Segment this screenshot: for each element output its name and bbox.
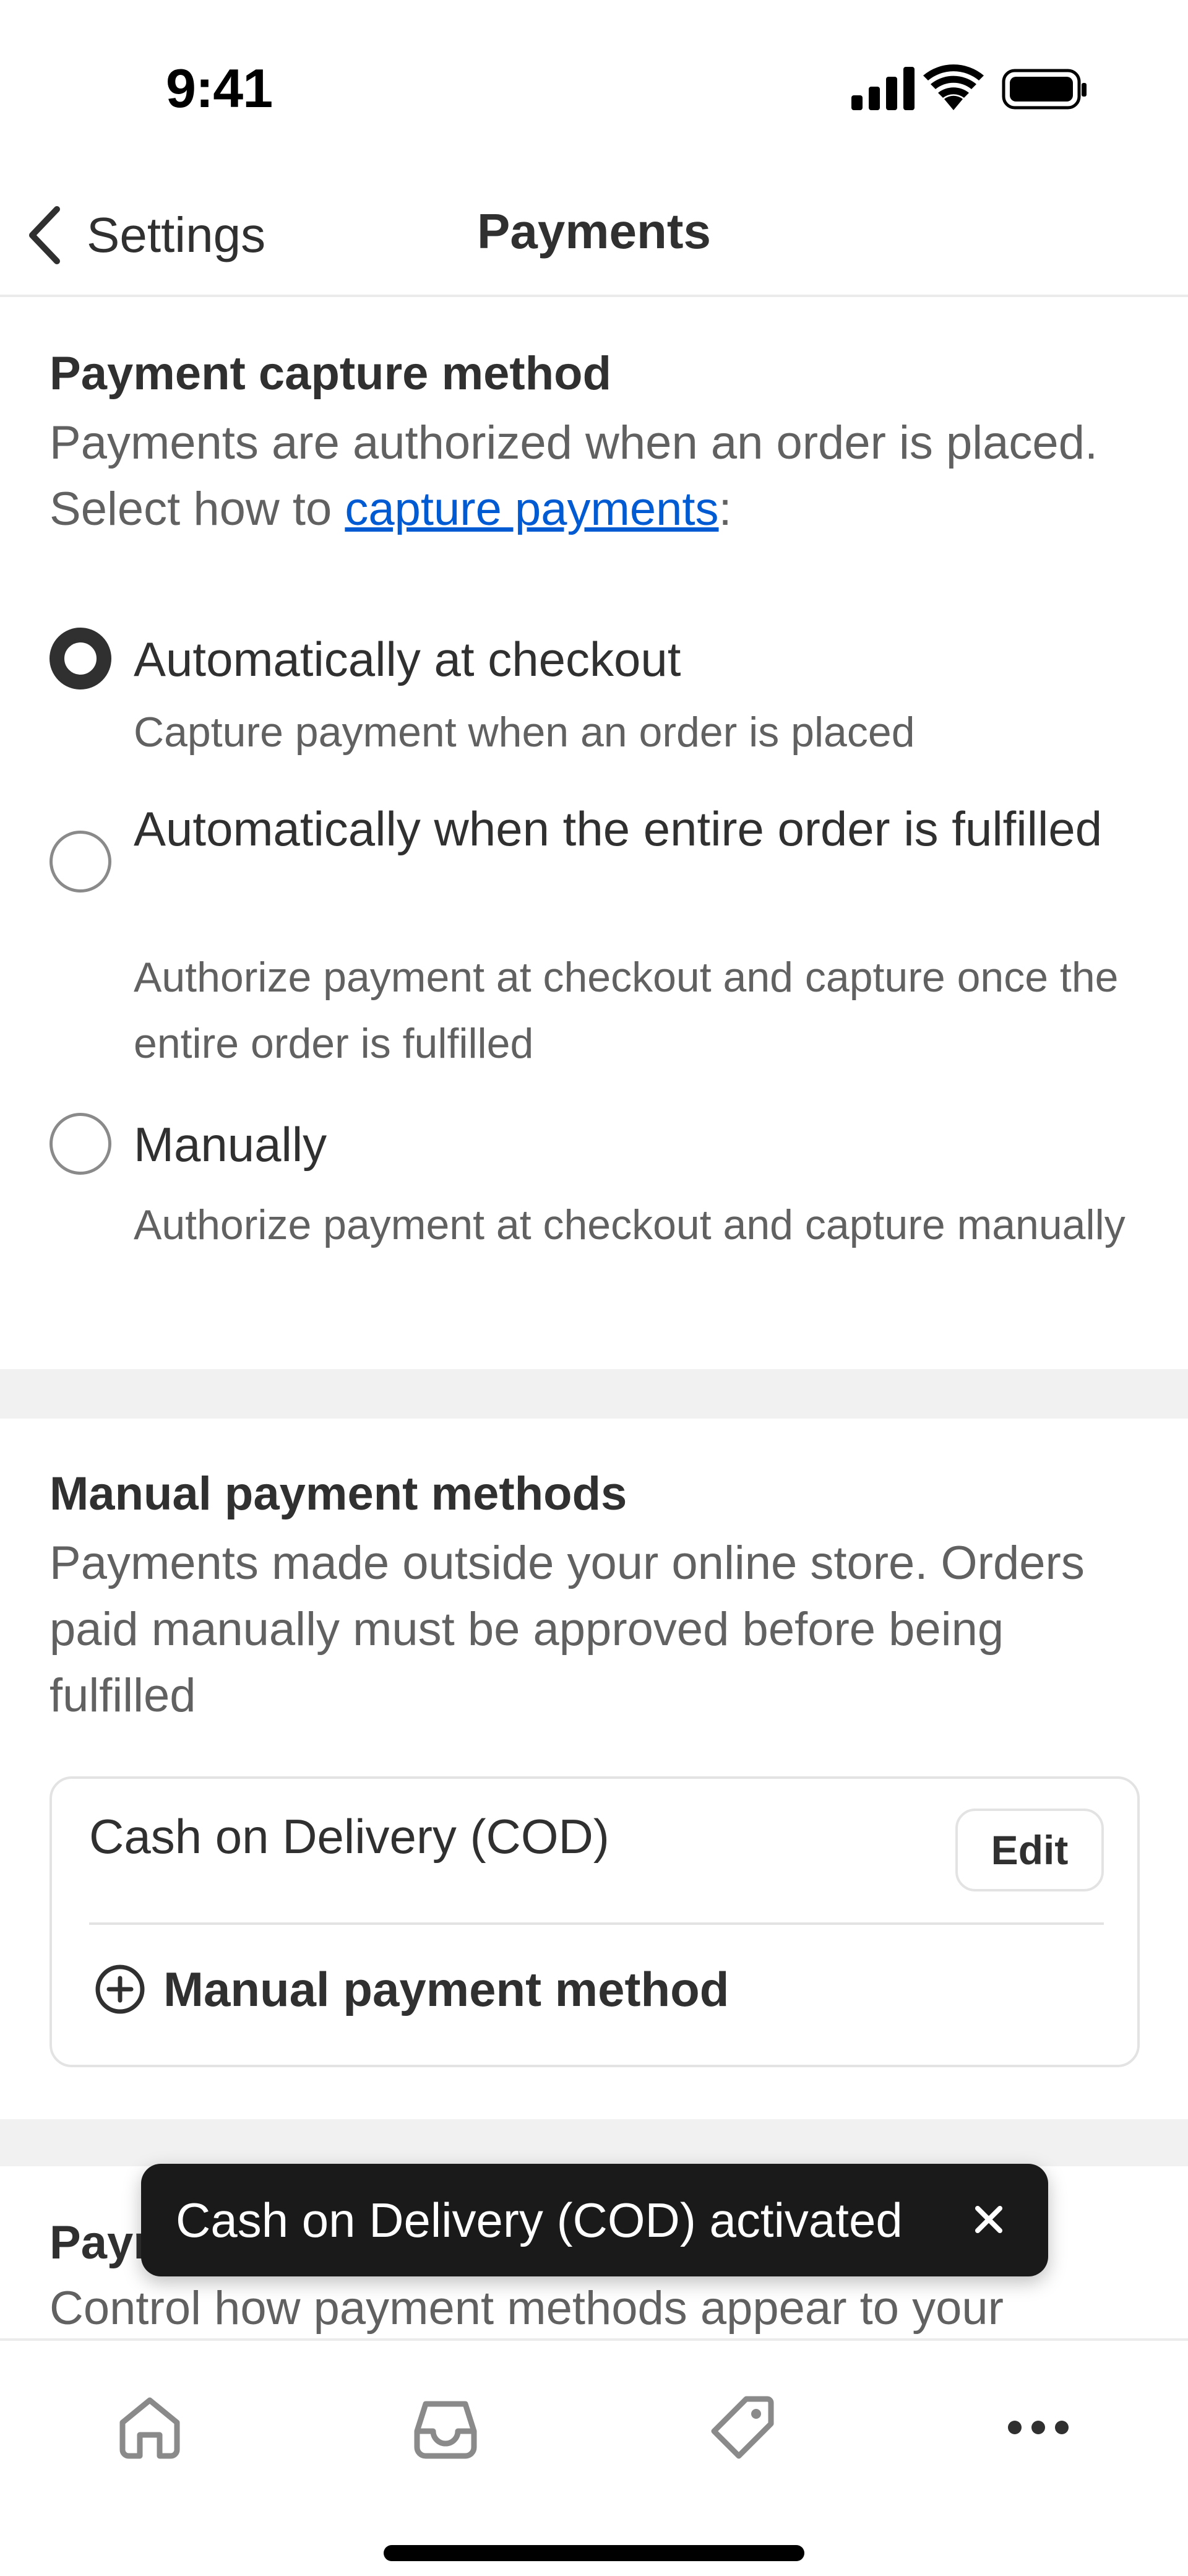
navigation-header: Settings Payments	[0, 173, 1188, 297]
toast-notification: Cash on Delivery (COD) activated	[141, 2164, 1048, 2276]
edit-button[interactable]: Edit	[955, 1809, 1104, 1891]
tab-more[interactable]	[995, 2384, 1082, 2471]
radio-manually[interactable]	[50, 1113, 111, 1175]
more-icon	[1008, 2421, 1069, 2434]
card-divider	[89, 1922, 1104, 1925]
wifi-icon	[923, 64, 984, 110]
home-icon	[119, 2397, 180, 2459]
add-manual-method-label: Manual payment method	[163, 1961, 730, 2016]
option-label-automatic-checkout[interactable]: Automatically at checkout	[134, 626, 1148, 693]
cellular-signal-icon	[851, 67, 915, 110]
status-icons	[851, 64, 1087, 110]
manual-methods-description: Payments made outside your online store.…	[50, 1537, 1085, 1722]
close-icon[interactable]	[964, 2195, 1014, 2244]
tab-orders[interactable]	[402, 2384, 489, 2471]
option-label-manually[interactable]: Manually	[134, 1112, 1148, 1178]
option-label-automatic-fulfilled[interactable]: Automatically when the entire order is f…	[134, 796, 1148, 862]
option-help-automatic-fulfilled: Authorize payment at checkout and captur…	[134, 954, 1119, 1067]
manual-methods-card: Cash on Delivery (COD) Edit Manual payme…	[50, 1776, 1140, 2067]
section-divider	[0, 1369, 1188, 1419]
option-help-manually: Authorize payment at checkout and captur…	[134, 1201, 1126, 1248]
method-name-cod: Cash on Delivery (COD)	[89, 1809, 609, 1864]
capture-payments-link[interactable]: capture payments	[345, 483, 718, 535]
home-indicator	[384, 2545, 804, 2561]
tab-bar	[0, 2338, 1188, 2576]
section-divider-2	[0, 2119, 1188, 2166]
radio-automatic-checkout[interactable]	[50, 628, 111, 689]
status-bar: 9:41	[0, 0, 1188, 173]
tab-home[interactable]	[106, 2384, 193, 2471]
status-time: 9:41	[166, 58, 273, 119]
tab-products[interactable]	[699, 2384, 786, 2471]
inbox-icon	[414, 2401, 477, 2459]
battery-icon	[1002, 69, 1087, 110]
radio-automatic-fulfilled[interactable]	[50, 831, 111, 893]
manual-methods-title: Manual payment methods	[50, 1467, 627, 1520]
capture-section-title: Payment capture method	[50, 347, 611, 400]
tag-icon	[711, 2396, 774, 2459]
customizations-description: Control how payment methods appear to yo…	[50, 2282, 1004, 2335]
capture-desc-suffix: :	[718, 483, 732, 535]
toast-message: Cash on Delivery (COD) activated	[176, 2192, 903, 2247]
option-help-automatic-checkout: Capture payment when an order is placed	[134, 709, 915, 756]
capture-section-description: Payments are authorized when an order is…	[50, 410, 1151, 542]
page-title: Payments	[477, 204, 711, 259]
plus-circle-icon	[95, 1964, 145, 2014]
add-manual-method-button[interactable]: Manual payment method	[94, 1946, 729, 2033]
